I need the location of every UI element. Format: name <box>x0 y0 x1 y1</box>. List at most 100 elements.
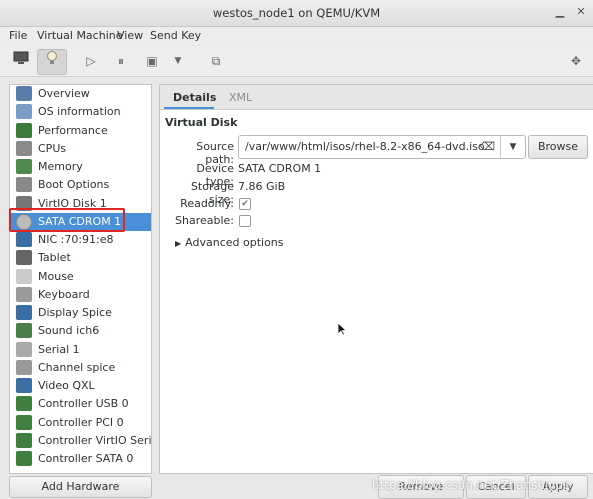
sidebar-item[interactable]: Controller VirtIO Serial 0 <box>10 432 151 450</box>
sidebar-item-label: Video QXL <box>38 379 95 392</box>
sidebar-item-label: Keyboard <box>38 288 90 301</box>
memory-icon <box>16 159 32 174</box>
os-info-icon <box>16 104 32 119</box>
sidebar-item[interactable]: CPUs <box>10 140 151 158</box>
sidebar-item[interactable]: Controller USB 0 <box>10 395 151 413</box>
controller-icon <box>16 451 32 466</box>
menu-virtual-machine[interactable]: Virtual Machine <box>37 29 123 42</box>
keyboard-icon <box>16 287 32 302</box>
sidebar-item[interactable]: Controller SATA 0 <box>10 450 151 468</box>
section-title: Virtual Disk <box>165 116 238 129</box>
sidebar-item-label: Controller VirtIO Serial 0 <box>38 434 152 447</box>
sidebar-item[interactable]: OS information <box>10 103 151 121</box>
menu-file[interactable]: File <box>9 29 27 42</box>
lightbulb-icon[interactable] <box>37 49 67 75</box>
tab-bar: Details XML <box>160 85 593 110</box>
sidebar-item-label: OS information <box>38 105 121 118</box>
stop-icon[interactable]: ▣ <box>143 49 161 73</box>
sidebar-item[interactable]: Channel spice <box>10 359 151 377</box>
cpu-icon <box>16 141 32 156</box>
dropdown-icon[interactable]: ▼ <box>171 49 185 73</box>
sidebar-item[interactable]: Sound ich6 <box>10 322 151 340</box>
selection-highlight-box <box>9 208 125 232</box>
readonly-checkbox[interactable]: ✔ <box>239 198 251 210</box>
screenshot-icon[interactable]: ⧉ <box>206 49 226 73</box>
sidebar-item-label: CPUs <box>38 142 67 155</box>
sidebar-item[interactable]: NIC :70:91:e8 <box>10 231 151 249</box>
advanced-options-expander[interactable]: ▶ Advanced options <box>175 236 284 249</box>
boot-icon <box>16 177 32 192</box>
advanced-options-label: Advanced options <box>185 236 284 249</box>
pause-icon[interactable]: ⏸ <box>112 49 130 73</box>
sidebar-item[interactable]: Keyboard <box>10 286 151 304</box>
sidebar-item[interactable]: Memory <box>10 158 151 176</box>
sidebar-item-label: Controller PCI 0 <box>38 416 124 429</box>
sidebar-item[interactable]: Mouse <box>10 268 151 286</box>
sidebar-item-label: Memory <box>38 160 83 173</box>
nic-icon <box>16 232 32 247</box>
window-title: westos_node1 on QEMU/KVM <box>212 6 381 20</box>
sidebar-item[interactable]: Performance <box>10 122 151 140</box>
hardware-list: Overview OS information Performance CPUs Mem… <box>9 84 152 474</box>
sidebar-item[interactable]: Display Spice <box>10 304 151 322</box>
chevron-down-icon[interactable]: ▼ <box>500 136 525 158</box>
overview-icon <box>16 86 32 101</box>
play-icon[interactable]: ▷ <box>82 49 100 73</box>
toolbar: ▷ ⏸ ▣ ▼ ⧉ ✥ <box>0 46 593 77</box>
performance-icon <box>16 123 32 138</box>
sidebar-item-label: Performance <box>38 124 108 137</box>
close-icon[interactable]: ✕ <box>574 5 588 19</box>
channel-icon <box>16 360 32 375</box>
title-bar: westos_node1 on QEMU/KVM ▁ ✕ <box>0 0 593 27</box>
menu-bar: File Virtual Machine View Send Key <box>0 27 593 45</box>
controller-icon <box>16 433 32 448</box>
sidebar-item-label: Serial 1 <box>38 343 80 356</box>
tablet-icon <box>16 250 32 265</box>
sidebar-item[interactable]: Video QXL <box>10 377 151 395</box>
display-icon <box>16 305 32 320</box>
add-hardware-button[interactable]: Add Hardware <box>9 476 152 498</box>
sidebar-item-label: Display Spice <box>38 306 112 319</box>
source-path-field[interactable]: /var/www/html/isos/rhel-8.2-x86_64-dvd.i… <box>238 135 526 159</box>
source-path-value: /var/www/html/isos/rhel-8.2-x86_64-dvd.i… <box>245 140 485 153</box>
sound-icon <box>16 323 32 338</box>
sidebar-item-label: Channel spice <box>38 361 116 374</box>
controller-icon <box>16 415 32 430</box>
browse-button[interactable]: Browse <box>528 135 588 159</box>
watermark: https://blog.csdn.net/Zhanshiyue <box>372 478 571 492</box>
tab-xml[interactable]: XML <box>229 91 252 104</box>
details-panel: Details XML Virtual Disk Source path: /v… <box>159 84 593 474</box>
video-icon <box>16 378 32 393</box>
sidebar-item-label: NIC :70:91:e8 <box>38 233 114 246</box>
sidebar-item-label: Boot Options <box>38 178 110 191</box>
sidebar-item[interactable]: Overview <box>10 85 151 103</box>
clear-icon[interactable]: ⌫ <box>479 140 495 153</box>
sidebar-item[interactable]: Serial 1 <box>10 341 151 359</box>
mouse-icon <box>16 269 32 284</box>
tab-indicator <box>164 107 214 109</box>
device-type-value: SATA CDROM 1 <box>238 162 322 175</box>
monitor-icon[interactable] <box>8 49 34 73</box>
sidebar-item[interactable]: Boot Options <box>10 176 151 194</box>
serial-icon <box>16 342 32 357</box>
tab-details[interactable]: Details <box>173 91 216 104</box>
fullscreen-icon[interactable]: ✥ <box>566 49 586 73</box>
menu-view[interactable]: View <box>117 29 143 42</box>
sidebar-item-label: Sound ich6 <box>38 324 100 337</box>
sidebar-item-label: Mouse <box>38 270 74 283</box>
shareable-label: Shareable: <box>175 214 234 227</box>
minimize-icon[interactable]: ▁ <box>553 5 567 19</box>
sidebar-item[interactable]: Controller PCI 0 <box>10 414 151 432</box>
menu-send-key[interactable]: Send Key <box>150 29 201 42</box>
sidebar-item-label: Controller USB 0 <box>38 397 129 410</box>
controller-icon <box>16 396 32 411</box>
sidebar-item[interactable]: Tablet <box>10 249 151 267</box>
mouse-cursor-icon <box>337 322 347 336</box>
sidebar-item-label: Overview <box>38 87 90 100</box>
chevron-right-icon: ▶ <box>175 239 182 248</box>
sidebar-item-label: Controller SATA 0 <box>38 452 134 465</box>
storage-size-value: 7.86 GiB <box>238 180 286 193</box>
readonly-label: Readonly: <box>180 197 234 210</box>
shareable-checkbox[interactable] <box>239 215 251 227</box>
sidebar-item-label: Tablet <box>38 251 71 264</box>
